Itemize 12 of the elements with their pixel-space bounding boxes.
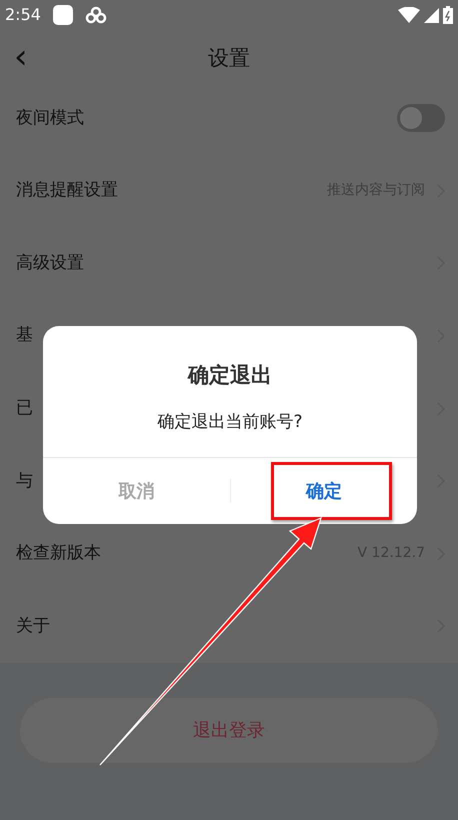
dialog-title: 确定退出 xyxy=(188,362,272,389)
status-time: 2:54 xyxy=(5,4,41,26)
row-label: 与 xyxy=(16,470,33,493)
row-label: 关于 xyxy=(16,614,50,638)
row-label: 检查新版本 xyxy=(16,542,101,566)
row-label: 高级设置 xyxy=(16,252,84,275)
page-title: 设置 xyxy=(208,45,250,72)
row-label: 基 xyxy=(16,324,33,348)
row-label: 已 xyxy=(16,396,33,420)
row-label: 夜间模式 xyxy=(16,106,84,130)
row-label: 消息提醒设置 xyxy=(16,179,118,202)
dialog-message: 确定退出当前账号? xyxy=(157,410,303,434)
